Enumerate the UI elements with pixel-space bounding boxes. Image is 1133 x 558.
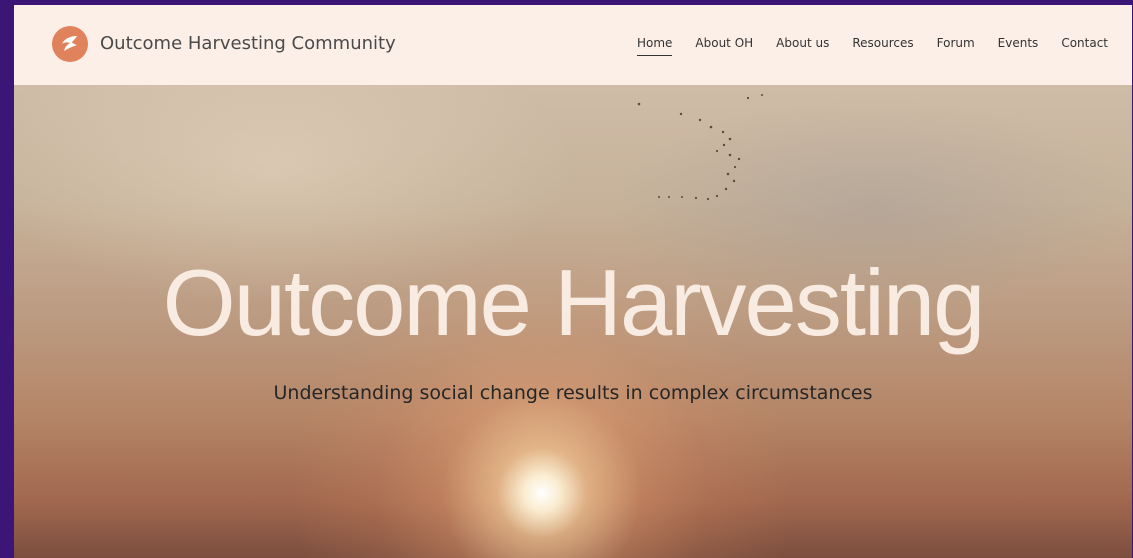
- nav-contact[interactable]: Contact: [1061, 35, 1108, 51]
- nav-about-oh[interactable]: About OH: [695, 35, 753, 51]
- site-title[interactable]: Outcome Harvesting Community: [100, 33, 396, 55]
- main-nav: Home About OH About us Resources Forum E…: [614, 35, 1108, 56]
- nav-resources[interactable]: Resources: [852, 35, 913, 51]
- hero-title: Outcome Harvesting: [162, 250, 986, 355]
- nav-events[interactable]: Events: [998, 35, 1039, 51]
- hero-section: Outcome Harvesting Understanding social …: [14, 85, 1132, 558]
- nav-forum[interactable]: Forum: [937, 35, 975, 51]
- page-frame: Outcome Harvesting Community Home About …: [14, 5, 1132, 558]
- site-header: Outcome Harvesting Community Home About …: [14, 5, 1132, 85]
- bird-icon: [62, 36, 77, 51]
- site-logo[interactable]: [52, 26, 88, 62]
- nav-home[interactable]: Home: [636, 35, 673, 56]
- hero-subtitle: Understanding social change results in c…: [273, 382, 873, 404]
- nav-about-us[interactable]: About us: [776, 35, 829, 51]
